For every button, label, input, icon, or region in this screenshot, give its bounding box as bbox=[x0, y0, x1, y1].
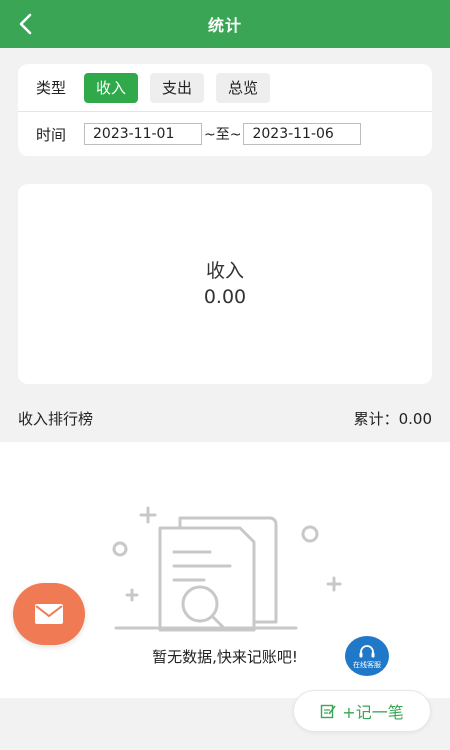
type-overview-button[interactable]: 总览 bbox=[216, 72, 271, 103]
service-label: 在线客服 bbox=[353, 660, 381, 669]
type-row: 类型 收入 支出 总览 bbox=[18, 64, 432, 112]
add-record-button[interactable]: +记一笔 bbox=[293, 690, 431, 732]
start-date-field[interactable]: 2023-11-01 bbox=[84, 123, 202, 145]
back-button[interactable] bbox=[8, 6, 44, 42]
back-arrow-icon bbox=[19, 13, 32, 35]
ranking-total: 累计：0.00 bbox=[353, 409, 432, 428]
type-expense-button[interactable]: 支出 bbox=[150, 72, 205, 103]
end-date-field[interactable]: 2023-11-06 bbox=[243, 123, 362, 145]
note-edit-icon bbox=[321, 704, 336, 719]
type-label: 类型 bbox=[36, 79, 67, 97]
page-title: 统计 bbox=[207, 16, 242, 35]
time-label: 时间 bbox=[36, 125, 67, 144]
type-income-button[interactable]: 收入 bbox=[84, 72, 139, 103]
mail-icon bbox=[35, 604, 63, 624]
ranking-title: 收入排行榜 bbox=[18, 409, 94, 428]
summary-label: 收入 bbox=[205, 260, 244, 282]
time-row: 时间 2023-11-01 ~至~ 2023-11-06 bbox=[18, 112, 432, 156]
add-record-label: +记一笔 bbox=[342, 703, 404, 722]
mail-button[interactable] bbox=[13, 583, 85, 645]
app-header: 统计 bbox=[0, 0, 450, 48]
summary-value: 0.00 bbox=[203, 286, 247, 308]
date-separator: ~至~ bbox=[204, 127, 242, 143]
summary-card: 收入 0.00 bbox=[18, 184, 432, 384]
headset-icon bbox=[359, 644, 375, 657]
filter-card: 类型 收入 支出 总览 时间 2023-11-01 ~至~ 2023-11-06 bbox=[18, 64, 432, 156]
empty-document-search-icon bbox=[112, 506, 342, 632]
ranking-header: 收入排行榜 累计：0.00 bbox=[18, 404, 432, 432]
online-service-button[interactable]: 在线客服 bbox=[345, 636, 389, 676]
